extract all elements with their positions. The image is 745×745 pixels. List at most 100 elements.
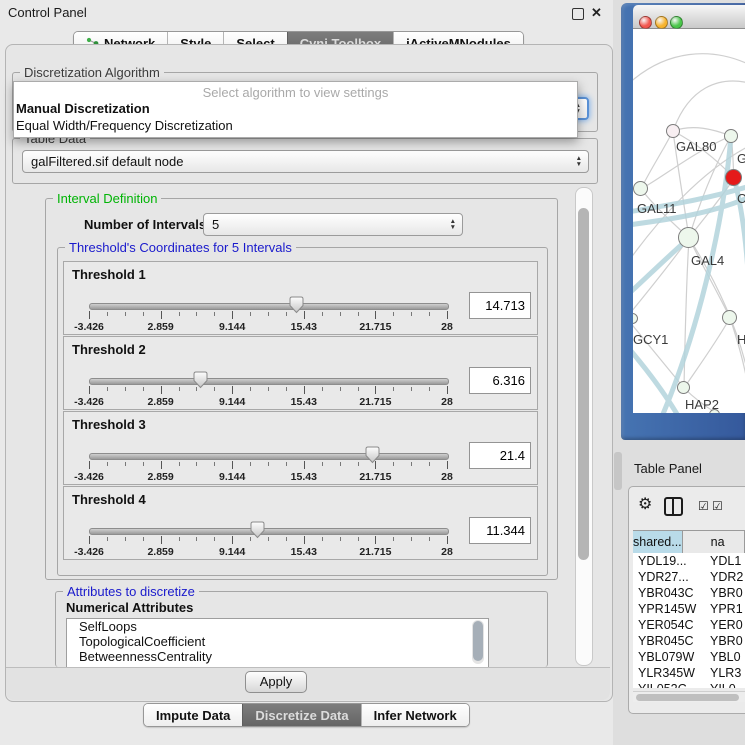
table-horizontal-scrollbar[interactable] (633, 691, 745, 702)
tab-discretize-data[interactable]: Discretize Data (242, 704, 360, 726)
node-label-c: C (737, 191, 745, 206)
combo-stepper-icon: ▲▼ (576, 151, 582, 172)
slider-ticks (89, 461, 447, 470)
checkbox-icon[interactable]: ☑ (698, 499, 709, 513)
threshold-2-slider[interactable]: -3.4262.8599.14415.4321.71528 (89, 375, 447, 409)
dropdown-item-manual-discretization[interactable]: Manual Discretization (16, 101, 150, 116)
threshold-1-slider[interactable]: -3.4262.8599.14415.4321.71528 (89, 300, 447, 334)
threshold-4-value-field[interactable] (469, 517, 531, 544)
node-label-gal80: GAL80 (676, 139, 716, 154)
table-row[interactable]: YER054CYER0 (633, 617, 745, 633)
bottom-tab-bar: Impute Data Discretize Data Infer Networ… (143, 703, 470, 727)
node-gal4[interactable] (678, 227, 699, 248)
slider-tick-labels: -3.4262.8599.14415.4321.71528 (89, 546, 447, 558)
slider-tick-labels: -3.4262.8599.14415.4321.71528 (89, 396, 447, 408)
table-row[interactable]: YLR345WYLR3 (633, 665, 745, 681)
column-header-shared-name[interactable]: shared... (633, 531, 683, 553)
slider-track[interactable] (89, 303, 449, 310)
num-intervals-value: 5 (212, 217, 219, 232)
zoom-traffic-light[interactable] (670, 16, 683, 29)
slider-tick-labels: -3.4262.8599.14415.4321.71528 (89, 471, 447, 483)
table-row[interactable]: YDR27...YDR2 (633, 569, 745, 585)
panel-scrollbar[interactable] (575, 187, 593, 666)
node-gal11[interactable] (633, 181, 648, 196)
table-data-group: Table Data galFiltered.sif default node … (12, 138, 598, 184)
threshold-3-label: Threshold 3 (72, 417, 146, 432)
table-row[interactable]: YBR045CYBR0 (633, 633, 745, 649)
list-item[interactable]: SelfLoops (67, 619, 488, 634)
node-top-right[interactable] (724, 129, 738, 143)
table-row[interactable]: YIL052CYIL0 (633, 681, 745, 688)
threshold-2-panel: Threshold 2 -3.4262.8599.14415.4321.7152… (63, 336, 538, 410)
numerical-attributes-label: Numerical Attributes (66, 600, 193, 615)
float-window-icon[interactable] (572, 8, 584, 20)
table-horizontal-scrollbar-thumb[interactable] (636, 694, 739, 701)
threshold-3-value-field[interactable] (469, 442, 531, 469)
combo-stepper-icon: ▲▼ (450, 214, 456, 235)
checkbox-icon[interactable]: ☑ (712, 499, 723, 513)
slider-ticks (89, 311, 447, 320)
panel-scrollbar-thumb[interactable] (578, 208, 589, 560)
tab-infer-network[interactable]: Infer Network (361, 704, 469, 726)
threshold-3-slider[interactable]: -3.4262.8599.14415.4321.71528 (89, 450, 447, 484)
tab-impute-data[interactable]: Impute Data (144, 704, 242, 726)
table-data-value: galFiltered.sif default node (31, 154, 183, 169)
table-body[interactable]: YDL19...YDL1 YDR27...YDR2 YBR043CYBR0 YP… (633, 553, 745, 688)
table-row[interactable]: YBR043CYBR0 (633, 585, 745, 601)
screen: Control Panel ✕ Network Style Select Cyn… (0, 0, 745, 745)
threshold-2-label: Threshold 2 (72, 342, 146, 357)
close-icon[interactable]: ✕ (591, 5, 602, 21)
split-column-icon[interactable] (664, 497, 683, 516)
discretization-algorithm-title: Discretization Algorithm (20, 65, 164, 80)
column-header-name[interactable]: na (683, 531, 745, 553)
panel-bottom-strip (6, 667, 610, 700)
attributes-group-title: Attributes to discretize (63, 584, 199, 599)
thresholds-group-title: Threshold's Coordinates for 5 Intervals (65, 240, 296, 255)
numerical-attributes-list[interactable]: SelfLoops TopologicalCoefficient Between… (66, 618, 489, 668)
list-scrollbar-thumb[interactable] (473, 621, 483, 661)
network-window-titlebar[interactable] (633, 5, 745, 29)
slider-track[interactable] (89, 528, 449, 535)
num-intervals-combobox[interactable]: 5 ▲▼ (203, 213, 463, 236)
node-h[interactable] (722, 310, 737, 325)
list-item[interactable]: TopologicalCoefficient (67, 634, 488, 649)
close-traffic-light[interactable] (639, 16, 652, 29)
node-label-gcy1: GCY1 (633, 332, 668, 347)
table-row[interactable]: YBL079WYBL0 (633, 649, 745, 665)
list-scrollbar[interactable] (472, 620, 484, 664)
threshold-1-label: Threshold 1 (72, 267, 146, 282)
algorithm-dropdown-popup: Select algorithm to view settings Manual… (13, 81, 578, 138)
node-label-gal11: GAL11 (637, 201, 677, 216)
threshold-1-value-field[interactable] (469, 292, 531, 319)
network-canvas[interactable]: GAL80 G C GAL11 GAL4 GCY1 H HAP2 (633, 29, 745, 413)
apply-button[interactable]: Apply (245, 671, 307, 693)
table-row[interactable]: YDL19...YDL1 (633, 553, 745, 569)
node-gal80[interactable] (666, 124, 680, 138)
node-red-selected[interactable] (725, 169, 742, 186)
node-label-gal4: GAL4 (691, 253, 724, 268)
threshold-4-label: Threshold 4 (72, 492, 146, 507)
threshold-2-value-field[interactable] (469, 367, 531, 394)
slider-track[interactable] (89, 378, 449, 385)
slider-ticks (89, 536, 447, 545)
threshold-4-panel: Threshold 4 -3.4262.8599.14415.4321.7152… (63, 486, 538, 560)
interval-definition-title: Interval Definition (53, 191, 161, 206)
dropdown-item-equal-width-frequency[interactable]: Equal Width/Frequency Discretization (16, 118, 233, 133)
slider-ticks (89, 386, 447, 395)
table-data-combobox[interactable]: galFiltered.sif default node ▲▼ (22, 150, 589, 173)
minimize-traffic-light[interactable] (655, 16, 668, 29)
gear-icon[interactable]: ⚙ (638, 494, 652, 514)
slider-tick-labels: -3.4262.8599.14415.4321.71528 (89, 321, 447, 333)
table-header-row: shared... na (633, 530, 745, 554)
table-row[interactable]: YPR145WYPR1 (633, 601, 745, 617)
threshold-4-slider[interactable]: -3.4262.8599.14415.4321.71528 (89, 525, 447, 559)
threshold-1-panel: Threshold 1 -3.4262.8599.14415.4321.7152… (63, 261, 538, 335)
panel-title: Control Panel (8, 5, 87, 20)
list-item[interactable]: BetweennessCentrality (67, 649, 488, 664)
slider-track[interactable] (89, 453, 449, 460)
num-intervals-label: Number of Intervals (84, 217, 206, 232)
splitter-handle[interactable] (614, 452, 622, 490)
table-panel-title: Table Panel (634, 461, 702, 476)
node-hap2[interactable] (677, 381, 690, 394)
node-label-hap2: HAP2 (685, 397, 719, 412)
